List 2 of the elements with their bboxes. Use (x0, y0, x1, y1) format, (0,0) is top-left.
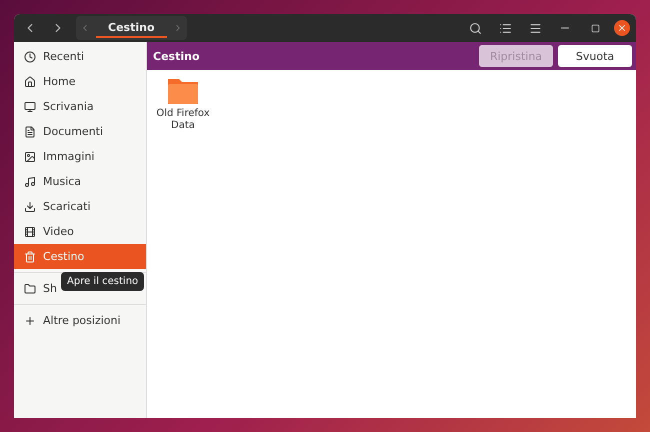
info-bar-title: Cestino (153, 50, 200, 62)
tooltip: Apre il cestino (61, 272, 144, 291)
